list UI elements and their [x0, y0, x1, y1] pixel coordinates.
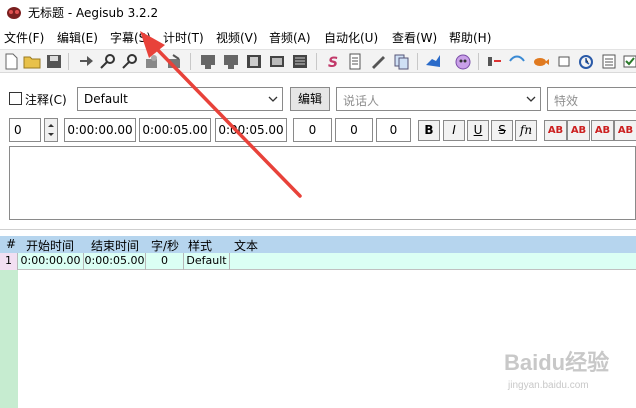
subtitle-text-editor[interactable]: [9, 146, 636, 220]
subtitles-icon[interactable]: [291, 53, 309, 70]
title-bar: 无标题 - Aegisub 3.2.2: [0, 0, 636, 25]
assdraw-icon[interactable]: [454, 53, 472, 70]
effect-field[interactable]: 特效: [547, 87, 636, 111]
translation-assistant-icon[interactable]: [392, 53, 410, 70]
kanji-timer-icon[interactable]: [508, 53, 526, 70]
svg-text:S: S: [328, 55, 338, 70]
column-header-number: #: [6, 237, 17, 251]
edit-style-button[interactable]: 编辑: [290, 87, 330, 111]
margin-right-field[interactable]: 0: [335, 118, 373, 142]
menu-subtitle[interactable]: 字幕(S): [110, 29, 151, 46]
comment-checkbox[interactable]: [9, 92, 22, 105]
save-icon[interactable]: [45, 53, 63, 70]
italic-button[interactable]: I: [443, 120, 465, 141]
toolbar-separator: [316, 53, 317, 70]
layer-field[interactable]: 0: [9, 118, 41, 142]
row-end-time: 0:00:05.00: [84, 253, 146, 270]
subtitle-edit-row-1: 注释(C) Default 编辑 说话人 特效: [0, 84, 636, 114]
table-row[interactable]: 1 0:00:00.00 0:00:05.00 0 Default: [0, 253, 636, 270]
toolbar-separator: [190, 53, 191, 70]
strikeout-button[interactable]: S: [491, 120, 513, 141]
resample-icon[interactable]: [369, 53, 387, 70]
secondary-color-button[interactable]: AB: [567, 120, 590, 141]
row-number-gutter: [0, 270, 18, 408]
options-icon[interactable]: [600, 53, 618, 70]
menu-edit[interactable]: 编辑(E): [57, 29, 98, 46]
margin-left-field[interactable]: 0: [293, 118, 332, 142]
underline-button[interactable]: U: [467, 120, 489, 141]
spinner-arrows-icon: [48, 124, 54, 136]
menu-bar: 文件(F) 编辑(E) 字幕(S) 计时(T) 视频(V) 音频(A) 自动化(…: [0, 27, 636, 47]
chevron-down-icon: [526, 96, 536, 102]
end-time-field[interactable]: 0:00:05.00: [139, 118, 211, 142]
styles-manager-icon[interactable]: S: [323, 53, 341, 70]
find-replace-icon[interactable]: [121, 53, 139, 70]
row-style: Default: [184, 253, 230, 270]
find-icon[interactable]: [99, 53, 117, 70]
watermark-subtext: jingyan.baidu.com: [507, 380, 589, 391]
menu-file[interactable]: 文件(F): [4, 29, 44, 46]
open-video-icon[interactable]: [199, 53, 217, 70]
effect-placeholder: 特效: [554, 94, 579, 108]
aegisub-logo-icon: [7, 6, 21, 19]
outline-color-button[interactable]: AB: [591, 120, 614, 141]
grid-header: # 开始时间 结束时间 字/秒 样式 文本: [0, 236, 636, 253]
menu-audio[interactable]: 音频(A): [269, 29, 311, 46]
column-header-end: 结束时间: [91, 239, 140, 253]
timing-postprocessor-icon[interactable]: [485, 53, 503, 70]
bold-button[interactable]: B: [418, 120, 440, 141]
subtitle-edit-row-2: 0 0:00:00.00 0:00:05.00 0:00:05.00 0 0 0…: [0, 116, 636, 144]
tag-toggle-icon[interactable]: [621, 53, 636, 70]
style-value: Default: [84, 92, 128, 106]
snap-icon[interactable]: [555, 53, 573, 70]
shadow-color-button[interactable]: AB: [614, 120, 636, 141]
video-details-icon[interactable]: [245, 53, 263, 70]
baidu-jingyan-watermark: Baidu经验 jingyan.baidu.com: [504, 350, 609, 391]
row-start-time: 0:00:00.00: [18, 253, 84, 270]
menu-timing[interactable]: 计时(T): [163, 29, 204, 46]
column-header-cps: 字/秒: [151, 239, 180, 253]
menu-video[interactable]: 视频(V): [216, 29, 258, 46]
properties-icon[interactable]: [346, 53, 364, 70]
jump-arrow-icon[interactable]: [77, 53, 95, 70]
margin-vertical-field[interactable]: 0: [376, 118, 411, 142]
window-title: 无标题 - Aegisub 3.2.2: [28, 6, 159, 20]
style-dropdown[interactable]: Default: [77, 87, 283, 111]
column-header-start: 开始时间: [26, 239, 75, 253]
close-video-icon[interactable]: [222, 53, 240, 70]
fonts-collector-icon[interactable]: [165, 53, 183, 70]
font-button[interactable]: fn: [515, 120, 537, 141]
chevron-down-icon: [268, 96, 278, 102]
toolbar-separator: [417, 53, 418, 70]
menu-automation[interactable]: 自动化(U): [324, 29, 378, 46]
start-time-field[interactable]: 0:00:00.00: [64, 118, 136, 142]
layer-spinner[interactable]: [44, 118, 58, 142]
shift-times-icon[interactable]: [531, 53, 549, 70]
duration-field[interactable]: 0:00:05.00: [215, 118, 287, 142]
automation-icon[interactable]: [424, 53, 442, 70]
select-lines-icon[interactable]: [577, 53, 595, 70]
menu-help[interactable]: 帮助(H): [449, 29, 491, 46]
row-text: [230, 253, 636, 270]
watermark-text: Baidu经验: [504, 350, 609, 375]
menu-view[interactable]: 查看(W): [392, 29, 437, 46]
primary-color-button[interactable]: AB: [544, 120, 567, 141]
new-file-icon[interactable]: [2, 53, 20, 70]
row-cps: 0: [146, 253, 184, 270]
column-header-text: 文本: [234, 239, 259, 253]
row-number: 1: [0, 253, 18, 270]
toolbar-separator: [478, 53, 479, 70]
keyframes-icon[interactable]: [268, 53, 286, 70]
toolbar: S: [0, 49, 636, 73]
column-header-style: 样式: [188, 239, 213, 253]
actor-placeholder: 说话人: [343, 94, 380, 108]
attachments-icon[interactable]: [143, 53, 161, 70]
toolbar-separator: [68, 53, 69, 70]
open-folder-icon[interactable]: [23, 53, 41, 70]
actor-combobox[interactable]: 说话人: [336, 87, 541, 111]
comment-label: 注释(C): [25, 93, 67, 107]
